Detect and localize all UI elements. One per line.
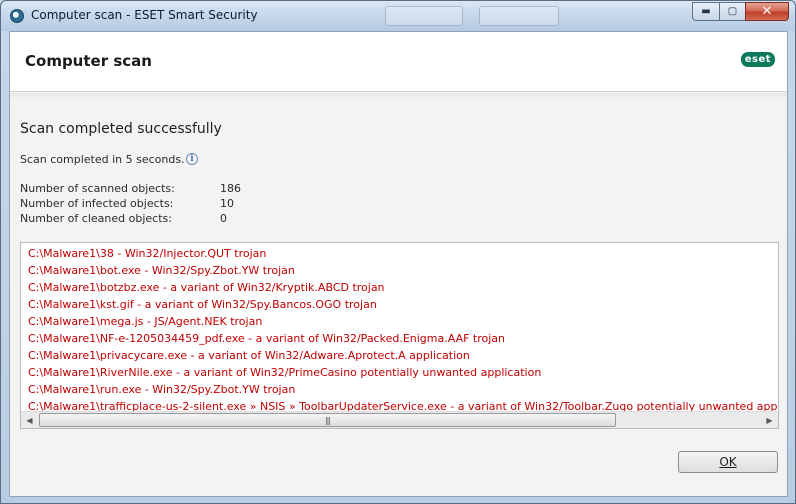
ok-button-label: OK [719,455,737,469]
dialog-header: Computer scan eset [10,32,787,92]
info-icon[interactable]: i [186,153,198,165]
stat-row-cleaned: Number of cleaned objects: 0 [20,212,280,227]
header-divider [10,93,787,101]
log-entry[interactable]: C:\Malware1\botzbz.exe - a variant of Wi… [28,279,778,296]
log-entry[interactable]: C:\Malware1\NF-e-1205034459_pdf.exe - a … [28,330,778,347]
window-title: Computer scan - ESET Smart Security [31,8,258,22]
log-list: C:\Malware1\38 - Win32/Injector.QUT troj… [28,245,778,415]
ok-button[interactable]: OK [678,451,778,473]
title-bar[interactable]: Computer scan - ESET Smart Security ▬ ▢ … [1,1,795,31]
log-entry[interactable]: C:\Malware1\run.exe - Win32/Spy.Zbot.YW … [28,381,778,398]
scan-window: Computer scan - ESET Smart Security ▬ ▢ … [0,0,796,504]
stat-row-infected: Number of infected objects: 10 [20,197,280,212]
stat-value: 10 [220,197,234,210]
eset-app-icon [10,9,24,23]
eset-logo: eset [740,52,775,67]
maximize-icon[interactable]: ▢ [719,2,745,21]
log-entry[interactable]: C:\Malware1\privacycare.exe - a variant … [28,347,778,364]
scroll-left-icon[interactable]: ◀ [21,412,38,428]
window-controls: ▬ ▢ ✕ [692,2,789,22]
scan-duration-text: Scan completed in 5 seconds. [20,153,185,166]
stat-row-scanned: Number of scanned objects: 186 [20,182,280,197]
scan-status-title: Scan completed successfully [20,121,222,137]
scan-statistics: Number of scanned objects: 186 Number of… [20,182,280,227]
log-entry[interactable]: C:\Malware1\RiverNile.exe - a variant of… [28,364,778,381]
minimize-icon[interactable]: ▬ [692,2,719,21]
horizontal-scrollbar[interactable]: ◀ ||| ▶ [21,411,778,428]
infection-log[interactable]: C:\Malware1\38 - Win32/Injector.QUT troj… [20,242,779,429]
close-icon[interactable]: ✕ [745,2,789,21]
log-entry[interactable]: C:\Malware1\mega.js - JS/Agent.NEK troja… [28,313,778,330]
background-window-button [385,6,463,26]
stat-value: 186 [220,182,241,195]
log-entry[interactable]: C:\Malware1\bot.exe - Win32/Spy.Zbot.YW … [28,262,778,279]
scroll-right-icon[interactable]: ▶ [761,412,778,428]
stat-value: 0 [220,212,227,225]
stat-label: Number of infected objects: [20,197,174,210]
stat-label: Number of scanned objects: [20,182,175,195]
scrollbar-thumb[interactable]: ||| [39,413,616,427]
log-entry[interactable]: C:\Malware1\38 - Win32/Injector.QUT troj… [28,245,778,262]
stat-label: Number of cleaned objects: [20,212,172,225]
background-window-button [479,6,559,26]
log-entry[interactable]: C:\Malware1\kst.gif - a variant of Win32… [28,296,778,313]
page-title: Computer scan [25,52,152,70]
dialog-content: Computer scan eset Scan completed succes… [9,31,788,497]
